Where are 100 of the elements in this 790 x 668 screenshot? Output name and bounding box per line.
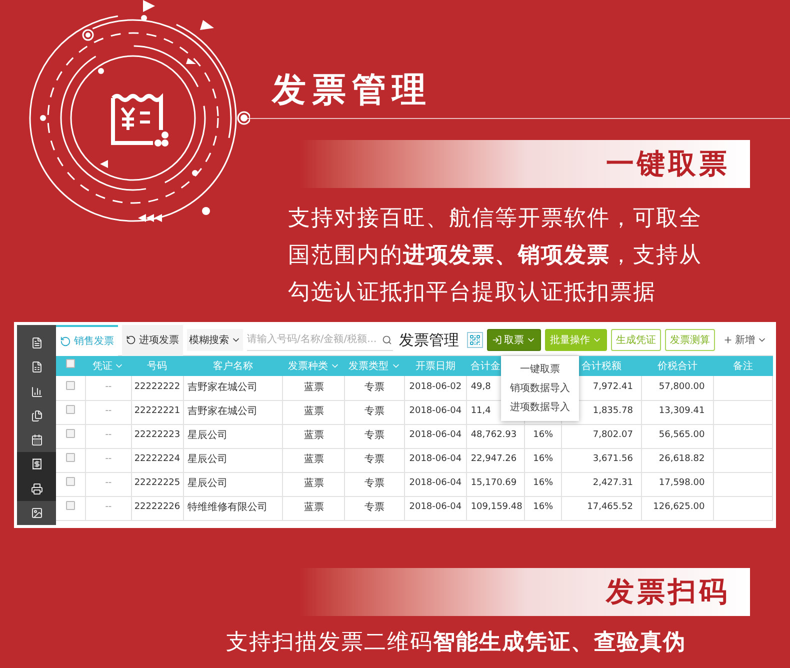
qr-code-icon[interactable] xyxy=(467,332,483,348)
toolbar-button[interactable]: 批量操作 xyxy=(545,329,607,351)
table-cell: 蓝票 xyxy=(304,406,324,418)
table-cell: 16% xyxy=(533,478,554,488)
table-cell: 2018-06-04 xyxy=(409,406,462,416)
import-icon xyxy=(492,335,502,345)
checkbox[interactable] xyxy=(66,500,76,510)
search-field[interactable]: 请输入号码/名称/金额/税额... xyxy=(247,329,393,351)
table-cell: 专票 xyxy=(364,478,385,490)
menu-item[interactable]: 进项数据导入 xyxy=(501,398,579,417)
sidebar-item[interactable] xyxy=(17,476,56,501)
toolbar-button[interactable]: 取票 xyxy=(487,329,541,351)
table-cell: 126,625.00 xyxy=(653,502,705,512)
feature-description: 支持对接百旺、航信等开票软件，可取全 国范围内的进项发票、销项发票，支持从 勾选认证抵扣平台提取认证抵扣票据 xyxy=(288,205,703,307)
checkbox[interactable] xyxy=(66,428,76,438)
table-cell: 蓝票 xyxy=(304,454,324,466)
table-cell: 22222224 xyxy=(134,454,180,464)
table-cell: 2018-06-04 xyxy=(409,478,462,488)
table-cell: 专票 xyxy=(364,430,385,442)
banner-title: 发票扫码 xyxy=(606,574,730,610)
table-cell: 16% xyxy=(533,502,554,512)
table-cell: 专票 xyxy=(364,406,385,418)
checkbox[interactable] xyxy=(66,476,76,486)
bar-chart-icon xyxy=(30,386,42,398)
menu-item[interactable]: 销项数据导入 xyxy=(501,379,579,398)
image-icon xyxy=(30,506,42,519)
table-cell: 2018-06-04 xyxy=(409,454,462,464)
refresh-icon xyxy=(60,336,71,346)
table-cell: -- xyxy=(105,478,112,488)
tab[interactable]: 进项发票 xyxy=(122,325,183,356)
printer-icon xyxy=(30,482,42,495)
table-cell: 2018-06-04 xyxy=(409,502,462,512)
table-cell: 星辰公司 xyxy=(188,478,228,490)
column-header[interactable]: 发票种类 xyxy=(288,358,340,374)
table-cell: 109,159.48 xyxy=(470,502,522,512)
toolbar-button[interactable]: 生成凭证 xyxy=(611,329,661,351)
search-icon xyxy=(382,334,392,344)
column-header: 开票日期 xyxy=(415,360,456,374)
menu-item[interactable]: 一键取票 xyxy=(501,360,579,379)
banner-title: 一键取票 xyxy=(606,146,730,182)
document-icon xyxy=(30,337,42,350)
table-cell: 专票 xyxy=(364,382,385,393)
table-cell: 蓝票 xyxy=(304,478,324,490)
table-cell: 特维维修有限公司 xyxy=(188,502,268,514)
column-header: 合计金 xyxy=(470,360,500,374)
table-cell: 22222225 xyxy=(134,478,180,488)
table-cell: 专票 xyxy=(364,454,385,466)
column-header: 备注 xyxy=(732,360,753,374)
table-cell: 7,972.41 xyxy=(592,382,633,392)
table-cell: -- xyxy=(105,406,112,416)
table-cell: 16% xyxy=(533,430,554,440)
column-header[interactable]: 发票类型 xyxy=(348,358,401,374)
table-cell: 13,309.41 xyxy=(658,406,705,416)
table-cell: 22222223 xyxy=(134,430,180,440)
column-header[interactable]: 凭证 xyxy=(92,358,124,374)
checkbox[interactable] xyxy=(66,404,76,414)
table-cell: 48,762.93 xyxy=(470,430,517,440)
table-cell: 星辰公司 xyxy=(188,454,228,466)
table-cell: 7,802.07 xyxy=(592,430,633,440)
table-cell: 22222221 xyxy=(134,406,180,416)
table-cell: -- xyxy=(105,502,112,512)
tab[interactable]: 销售发票 xyxy=(56,325,118,356)
table-cell: 22,947.26 xyxy=(470,454,517,464)
column-header: 号码 xyxy=(147,360,168,374)
table-cell: 蓝票 xyxy=(304,502,324,514)
table-cell: 星辰公司 xyxy=(188,430,228,442)
page-title: 发票管理 xyxy=(272,69,432,112)
spreadsheet-icon xyxy=(30,361,42,374)
table-cell: 22222222 xyxy=(134,382,180,392)
table-cell: 2,427.31 xyxy=(592,478,633,488)
sidebar-item[interactable] xyxy=(17,452,56,476)
checkbox[interactable] xyxy=(66,452,76,462)
toolbar-button[interactable]: 发票测算 xyxy=(665,329,715,351)
plus-icon xyxy=(723,335,733,345)
table-cell: 22222226 xyxy=(134,502,180,512)
table-cell: -- xyxy=(105,454,112,464)
table-cell: 56,565.00 xyxy=(658,430,705,440)
calendar-icon xyxy=(30,434,42,446)
files-icon xyxy=(30,410,42,422)
refresh-icon xyxy=(126,335,136,345)
table-cell: 26,618.82 xyxy=(658,454,705,464)
checkbox[interactable] xyxy=(66,358,76,368)
table-cell: 11,4 xyxy=(470,406,491,416)
table-cell: -- xyxy=(105,430,112,440)
table-cell: 2018-06-04 xyxy=(409,430,462,440)
table-cell: -- xyxy=(105,382,112,392)
table-cell: 蓝票 xyxy=(304,430,324,442)
table-cell: 2018-06-02 xyxy=(409,382,462,392)
table-cell: 49,8 xyxy=(470,382,491,392)
feature-description: 支持扫描发票二维码智能生成凭证、查验真伪 xyxy=(226,629,687,657)
search-mode-dropdown[interactable]: 模糊搜索 xyxy=(187,329,243,351)
table-cell: 17,598.00 xyxy=(658,478,705,488)
table-cell: 蓝票 xyxy=(304,382,324,393)
column-header: 价税合计 xyxy=(657,360,698,374)
table-cell: 1,835.78 xyxy=(592,406,633,416)
receipt-icon xyxy=(30,458,42,470)
table-cell: 17,465.52 xyxy=(587,502,633,512)
table-cell: 57,800.00 xyxy=(658,382,705,392)
column-header: 客户名称 xyxy=(213,360,254,374)
checkbox[interactable] xyxy=(66,380,76,390)
